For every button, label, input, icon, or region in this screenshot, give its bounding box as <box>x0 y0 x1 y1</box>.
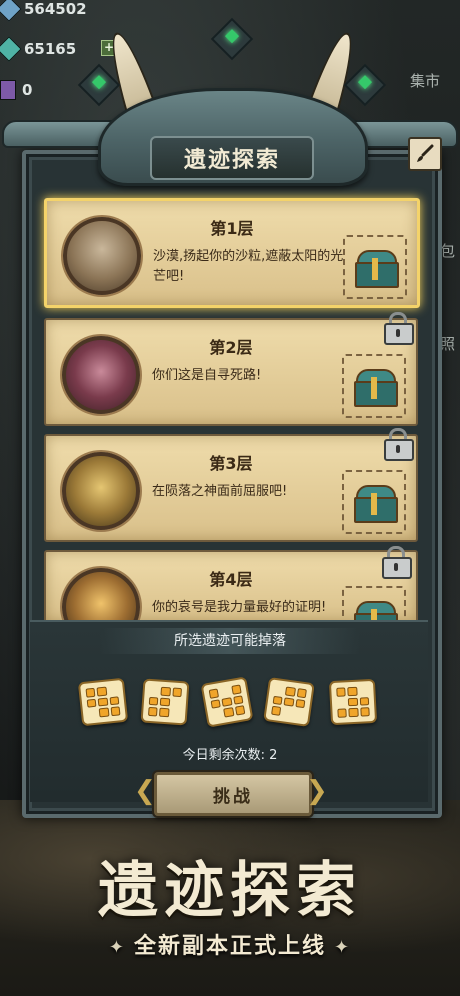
drop-item-tile[interactable] <box>140 678 190 726</box>
panel-title: 遗迹探索 <box>150 136 314 180</box>
treasure-chest-icon <box>354 485 398 523</box>
promo-subtitle: 全新副本正式上线 <box>133 934 326 959</box>
bag-label[interactable]: 包 <box>440 240 455 261</box>
ornament-right-icon: ❯ <box>306 776 328 806</box>
photo-label[interactable]: 照 <box>440 333 455 354</box>
level-card-3[interactable]: 第3层 在陨落之神面前屈服吧! <box>44 428 418 542</box>
lock-icon <box>382 546 412 579</box>
sparkle-icon: ✦ <box>334 937 352 958</box>
reward-slot <box>342 470 406 534</box>
sparkle-icon: ✦ <box>108 937 126 958</box>
purple-card-icon <box>0 80 16 100</box>
reward-slot <box>342 354 406 418</box>
level-card-4[interactable]: 第4层 你的哀号是我力量最好的证明! <box>44 550 418 624</box>
drop-item-tile[interactable] <box>77 677 129 727</box>
promo-title: 遗迹探索 <box>98 856 362 926</box>
market-label[interactable]: 集市 <box>410 70 440 91</box>
resource-gems-value: 65165 <box>24 40 77 58</box>
resource-cards-value: 0 <box>22 81 33 99</box>
ornament-left-icon: ❮ <box>134 776 156 806</box>
level-card-1[interactable]: 第1层 沙漠,扬起你的沙粒,遮蔽太阳的光芒吧! <box>44 198 420 308</box>
level-description: 你们这是自寻死路! <box>152 368 262 383</box>
level-description: 你的哀号是我力量最好的证明! <box>152 600 327 615</box>
challenge-button[interactable]: 挑战 <box>154 772 312 816</box>
reward-slot <box>343 235 407 299</box>
resource-gold: 564502 <box>0 0 87 22</box>
lock-icon <box>384 312 414 345</box>
resource-cards: 0 <box>0 80 32 100</box>
brush-icon <box>417 144 434 162</box>
drop-item-tile[interactable] <box>200 676 254 728</box>
promo-subtitle-row: ✦ 全新副本正式上线 ✦ <box>0 928 460 960</box>
level-description: 沙漠,扬起你的沙粒,遮蔽太阳的光芒吧! <box>153 249 344 284</box>
brush-button[interactable] <box>408 137 442 171</box>
lock-icon <box>384 428 414 461</box>
resource-gems: 65165 <box>0 36 77 62</box>
drop-title: 所选遗迹可能掉落 <box>100 628 360 654</box>
level-description: 在陨落之神面前屈服吧! <box>152 484 288 499</box>
gem-teal-icon <box>0 36 22 62</box>
treasure-chest-icon <box>354 369 398 407</box>
reward-slot <box>342 586 406 622</box>
treasure-chest-icon <box>355 250 399 288</box>
drop-item-tile[interactable] <box>263 677 315 727</box>
level-card-2[interactable]: 第2层 你们这是自寻死路! <box>44 312 418 426</box>
drop-item-tile[interactable] <box>328 678 378 726</box>
remaining-attempts: 今日剩余次数: 2 <box>182 748 278 763</box>
resource-gold-value: 564502 <box>24 0 87 18</box>
